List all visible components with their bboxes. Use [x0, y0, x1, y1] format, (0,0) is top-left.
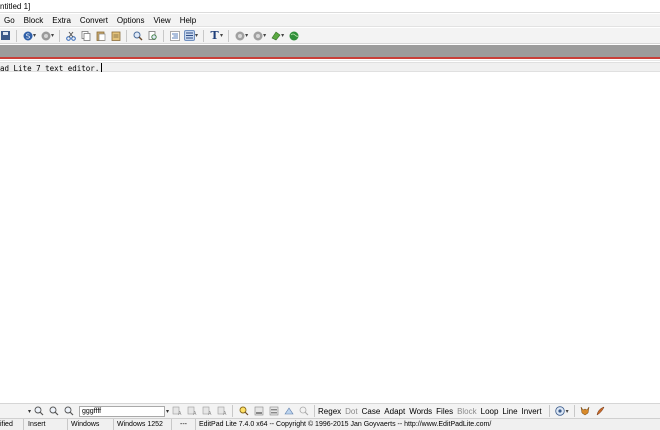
- menu-bar: Go Block Extra Convert Options View Help: [0, 14, 660, 27]
- toolbar-separator: [163, 29, 165, 42]
- chevron-down-icon[interactable]: ▾: [281, 32, 284, 39]
- menu-block[interactable]: Block: [24, 16, 44, 25]
- status-insert-mode[interactable]: Insert: [24, 419, 68, 430]
- toolbar-separator: [314, 405, 316, 417]
- globe-icon[interactable]: [288, 30, 299, 41]
- search-bar: ▾ gggffff ▾ A A A A Regex Dot Case Adapt…: [0, 403, 660, 418]
- option-regex[interactable]: Regex: [318, 407, 341, 416]
- main-toolbar: S ▾ ▾ ▾ T ▾ ▾ ▾ ▾: [0, 28, 660, 44]
- option-adapt[interactable]: Adapt: [384, 407, 405, 416]
- font-icon[interactable]: T: [209, 29, 220, 42]
- scissors-icon[interactable]: [65, 30, 76, 41]
- menu-extra[interactable]: Extra: [52, 16, 71, 25]
- chevron-down-icon[interactable]: ▾: [51, 32, 54, 39]
- svg-text:A: A: [193, 411, 197, 416]
- chevron-down-icon[interactable]: ▾: [166, 408, 169, 415]
- window-title: ntitled 1]: [0, 2, 31, 11]
- status-line-break[interactable]: Windows: [68, 419, 114, 430]
- option-block[interactable]: Block: [457, 407, 477, 416]
- option-words[interactable]: Words: [409, 407, 432, 416]
- chevron-down-icon[interactable]: ▾: [28, 408, 31, 415]
- option-invert[interactable]: Invert: [522, 407, 542, 416]
- option-line[interactable]: Line: [502, 407, 517, 416]
- highlight-icon[interactable]: [238, 406, 249, 417]
- menu-convert[interactable]: Convert: [80, 16, 108, 25]
- replace-block-icon[interactable]: A: [216, 406, 227, 417]
- menu-options[interactable]: Options: [117, 16, 145, 25]
- text-editor[interactable]: ad Lite 7 text editor.: [0, 60, 660, 403]
- fox-icon[interactable]: [580, 406, 591, 417]
- replace-input[interactable]: gggffff: [79, 405, 166, 417]
- option-files[interactable]: Files: [436, 407, 453, 416]
- search-scope-icon[interactable]: [555, 406, 566, 417]
- chevron-down-icon[interactable]: ▾: [566, 408, 569, 415]
- filter-icon[interactable]: [268, 406, 279, 417]
- menu-view[interactable]: View: [154, 16, 171, 25]
- replace-icon[interactable]: [147, 30, 158, 41]
- chevron-down-icon[interactable]: ▾: [220, 32, 223, 39]
- record-icon[interactable]: [234, 30, 245, 41]
- circle-icon[interactable]: [40, 30, 51, 41]
- clipboard-icon[interactable]: [110, 30, 121, 41]
- toolbar-separator: [16, 29, 17, 42]
- feather-icon[interactable]: [595, 406, 606, 417]
- replace-input-value: gggffff: [82, 407, 102, 415]
- option-loop[interactable]: Loop: [481, 407, 499, 416]
- svg-text:A: A: [178, 411, 182, 416]
- svg-text:A: A: [223, 411, 227, 416]
- fold-icon[interactable]: [253, 406, 264, 417]
- search-history-icon[interactable]: [283, 406, 294, 417]
- tools-icon[interactable]: [270, 30, 281, 41]
- replace-all-icon[interactable]: A: [201, 406, 212, 417]
- tab-strip: [0, 45, 660, 59]
- find-next-icon[interactable]: [48, 406, 59, 417]
- toolbar-separator: [203, 29, 205, 42]
- editor-text[interactable]: ad Lite 7 text editor.: [0, 63, 103, 74]
- current-line-highlight: ad Lite 7 text editor.: [0, 62, 660, 74]
- chevron-down-icon[interactable]: ▾: [33, 32, 36, 39]
- editor-line-text: ad Lite 7 text editor.: [0, 64, 100, 73]
- option-case[interactable]: Case: [362, 407, 381, 416]
- replace-icon[interactable]: A: [171, 406, 182, 417]
- option-dot[interactable]: Dot: [345, 407, 357, 416]
- status-bar: ified Insert Windows Windows 1252 --- Ed…: [0, 418, 660, 430]
- status-extra: ---: [172, 419, 196, 430]
- toolbar-separator: [548, 405, 550, 417]
- paste-icon[interactable]: [95, 30, 106, 41]
- chevron-down-icon[interactable]: ▾: [195, 32, 198, 39]
- chevron-down-icon[interactable]: ▾: [245, 32, 248, 39]
- status-modified: ified: [0, 419, 24, 430]
- toolbar-separator: [59, 29, 61, 42]
- clear-search-icon[interactable]: [298, 406, 309, 417]
- replace-next-icon[interactable]: A: [186, 406, 197, 417]
- toolbar-separator: [232, 405, 234, 417]
- status-encoding[interactable]: Windows 1252: [114, 419, 172, 430]
- toolbar-separator: [573, 405, 575, 417]
- menu-go[interactable]: Go: [4, 16, 15, 25]
- toolbar-separator: [228, 29, 230, 42]
- indent-icon[interactable]: [169, 30, 180, 41]
- wrap-icon[interactable]: [184, 30, 196, 41]
- spellcheck-icon[interactable]: S: [22, 30, 33, 41]
- play-icon[interactable]: [252, 30, 263, 41]
- menu-help[interactable]: Help: [180, 16, 196, 25]
- svg-text:A: A: [208, 411, 212, 416]
- toolbar-separator: [126, 29, 128, 42]
- find-icon[interactable]: [132, 30, 143, 41]
- status-about: EditPad Lite 7.4.0 x64 -- Copyright © 19…: [199, 420, 492, 428]
- find-all-icon[interactable]: [63, 406, 74, 417]
- copy-icon[interactable]: [80, 30, 91, 41]
- chevron-down-icon[interactable]: ▾: [263, 32, 266, 39]
- save-icon[interactable]: [0, 30, 11, 41]
- text-caret: [101, 63, 103, 72]
- find-previous-icon[interactable]: [33, 406, 44, 417]
- window-title-bar: ntitled 1]: [0, 0, 660, 13]
- svg-text:S: S: [25, 32, 30, 40]
